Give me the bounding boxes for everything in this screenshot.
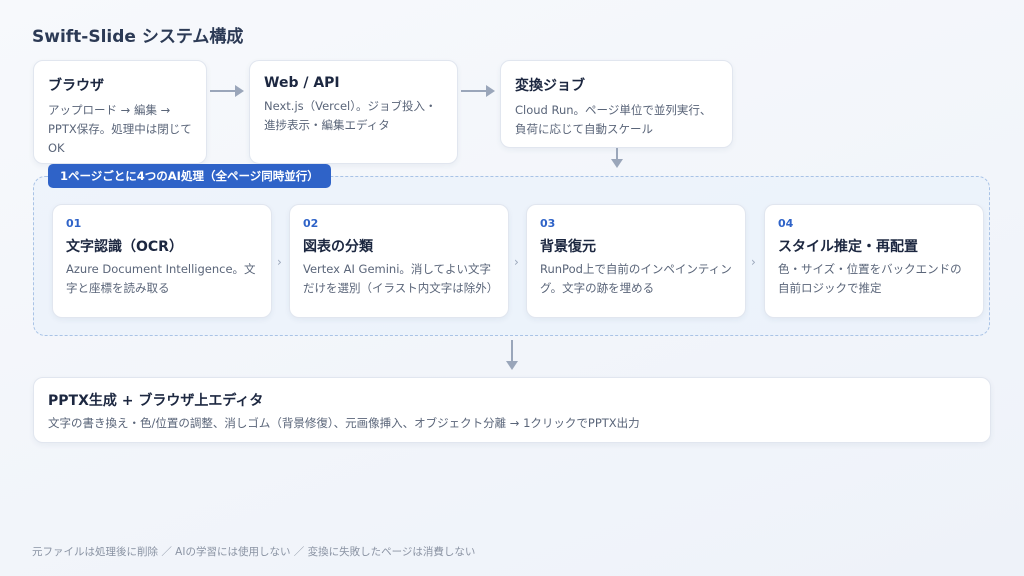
step-heading: 背景復元 — [540, 239, 596, 255]
web-api-card: Web / API Next.js（Vercel）。ジョブ投入・進捗表示・編集エ… — [249, 60, 458, 164]
job-card-desc: Cloud Run。ページ単位で並列実行、負荷に応じて自動スケール — [515, 103, 712, 136]
step-number: 03 — [540, 217, 556, 230]
step-heading: 図表の分類 — [303, 239, 373, 255]
browser-card-heading: ブラウザ — [48, 78, 104, 94]
step-number: 01 — [66, 217, 82, 230]
browser-card: ブラウザ アップロード → 編集 → PPTX保存。処理中は閉じてOK — [33, 60, 207, 164]
step-heading: 文字認識（OCR） — [66, 239, 183, 255]
output-card: PPTX生成 + ブラウザ上エディタ 文字の書き換え・色/位置の調整、消しゴム（… — [33, 377, 991, 443]
step-card-ocr: 01 文字認識（OCR） Azure Document Intelligence… — [52, 204, 272, 318]
arrow-web-to-job — [461, 85, 495, 97]
web-api-card-heading: Web / API — [264, 75, 340, 91]
step-desc: 色・サイズ・位置をバックエンドの自前ロジックで推定 — [778, 262, 962, 295]
arrow-parallel-to-output — [506, 340, 518, 370]
step-desc: RunPod上で自前のインペインティング。文字の跡を埋める — [540, 262, 732, 295]
step-number: 04 — [778, 217, 794, 230]
parallel-label: 1ページごとに4つのAI処理（全ページ同時並行） — [48, 164, 331, 188]
chevron-right-icon: › — [277, 255, 282, 269]
chevron-right-icon: › — [514, 255, 519, 269]
step-desc: Azure Document Intelligence。文字と座標を読み取る — [66, 262, 256, 295]
footer-note: 元ファイルは処理後に削除 ／ AIの学習には使用しない ／ 変換に失敗したページ… — [32, 546, 476, 558]
arrow-browser-to-web — [210, 85, 244, 97]
arrow-job-to-parallel — [611, 148, 623, 168]
web-api-card-desc: Next.js（Vercel）。ジョブ投入・進捗表示・編集エディタ — [264, 99, 437, 132]
output-heading: PPTX生成 + ブラウザ上エディタ — [48, 393, 264, 409]
step-card-classify: 02 図表の分類 Vertex AI Gemini。消してよい文字だけを選別（イ… — [289, 204, 509, 318]
step-heading: スタイル推定・再配置 — [778, 239, 918, 255]
step-number: 02 — [303, 217, 319, 230]
browser-card-desc: アップロード → 編集 → PPTX保存。処理中は閉じてOK — [48, 103, 192, 155]
step-desc: Vertex AI Gemini。消してよい文字だけを選別（イラスト内文字は除外… — [303, 262, 499, 295]
page-title: Swift-Slide システム構成 — [32, 27, 244, 47]
job-card-heading: 変換ジョブ — [515, 78, 585, 94]
output-desc: 文字の書き換え・色/位置の調整、消しゴム（背景修復）、元画像挿入、オブジェクト分… — [48, 416, 640, 430]
step-card-style: 04 スタイル推定・再配置 色・サイズ・位置をバックエンドの自前ロジックで推定 — [764, 204, 984, 318]
job-card: 変換ジョブ Cloud Run。ページ単位で並列実行、負荷に応じて自動スケール — [500, 60, 733, 148]
step-card-restore: 03 背景復元 RunPod上で自前のインペインティング。文字の跡を埋める — [526, 204, 746, 318]
chevron-right-icon: › — [751, 255, 756, 269]
